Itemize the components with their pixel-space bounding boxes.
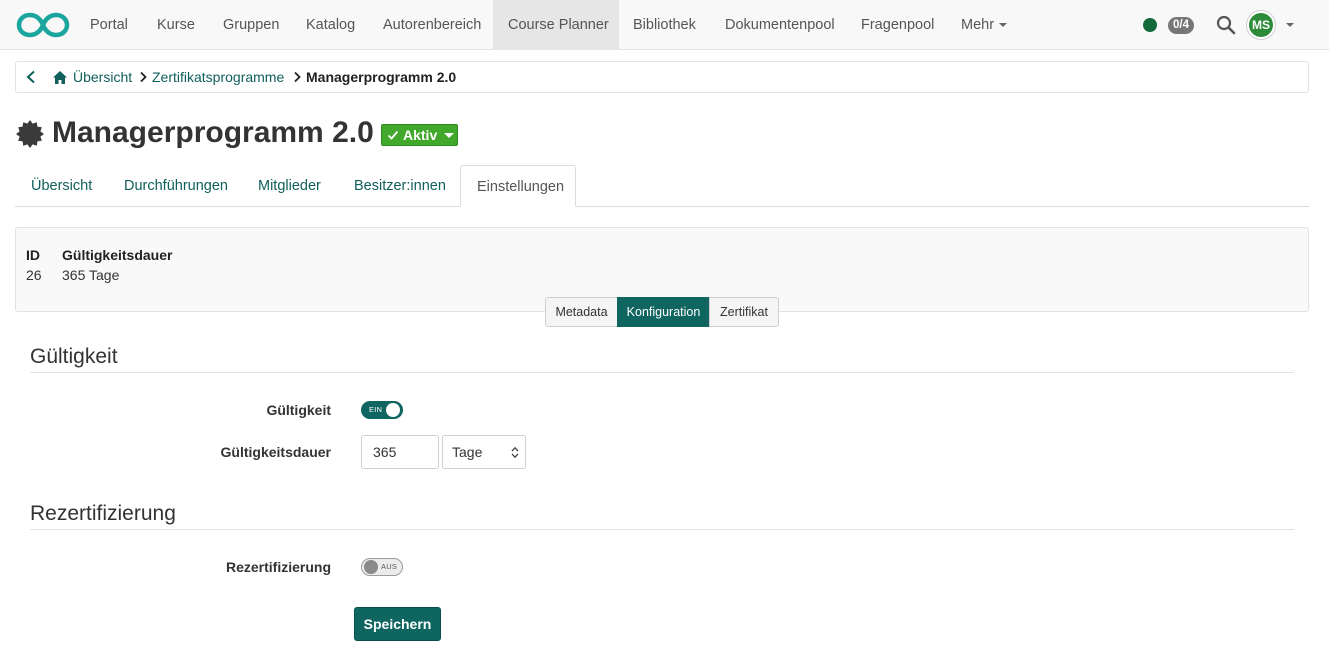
save-button[interactable]: Speichern [354,607,441,641]
duration-unit-value: Tage [452,444,483,460]
toggle-knob [386,403,400,417]
nav-fragenpool[interactable]: Fragenpool [846,0,949,50]
segment-zertifikat[interactable]: Zertifikat [709,297,779,327]
tab-bar: Übersicht Durchführungen Mitglieder Besi… [15,165,1309,207]
toggle-knob [364,560,378,574]
nav-portal[interactable]: Portal [75,0,143,50]
id-value: 26 [26,267,42,283]
chevron-down-icon [444,133,454,138]
segment-konfiguration[interactable]: Konfiguration [617,297,710,327]
tab-uebersicht[interactable]: Übersicht [15,165,108,207]
duration-input[interactable]: 365 [361,435,439,469]
duration-header: Gültigkeitsdauer [62,247,173,263]
section-title-rezertifizierung: Rezertifizierung [30,502,176,525]
tab-einstellungen[interactable]: Einstellungen [460,165,576,207]
search-icon[interactable] [1216,15,1236,35]
online-status-icon[interactable] [1143,18,1157,32]
user-menu-chevron-icon[interactable] [1286,23,1294,27]
toggle-state-label: AUS [381,562,398,571]
id-header: ID [26,247,40,263]
toggle-state-label: EIN [369,405,383,414]
nav-mehr[interactable]: Mehr [946,0,1022,50]
nav-kurse[interactable]: Kurse [142,0,210,50]
breadcrumb-separator-icon [140,71,147,83]
certificate-seal-icon [16,120,44,148]
home-icon[interactable] [52,70,68,85]
section-divider [30,372,1294,373]
nav-autorenbereich[interactable]: Autorenbereich [368,0,496,50]
openolat-logo-icon[interactable] [16,11,70,39]
tab-durchfuehrungen[interactable]: Durchführungen [108,165,244,207]
rezertifizierung-toggle[interactable]: AUS [361,558,403,576]
check-icon [387,130,399,140]
gueltigkeit-toggle[interactable]: EIN [361,401,403,419]
status-dropdown-button[interactable]: Aktiv [381,124,458,146]
top-navbar: Portal Kurse Gruppen Katalog Autorenbere… [0,0,1329,50]
tab-mitglieder[interactable]: Mitglieder [242,165,337,207]
chevron-down-icon [999,23,1008,28]
section-title-gueltigkeit: Gültigkeit [30,345,118,368]
page-title: Managerprogramm 2.0 [52,116,374,149]
select-updown-icon [511,446,519,459]
nav-gruppen[interactable]: Gruppen [208,0,294,50]
nav-dokumentenpool[interactable]: Dokumentenpool [710,0,850,50]
counter-badge[interactable]: 0/4 [1168,17,1194,34]
gueltigkeitsdauer-label: Gültigkeitsdauer [220,444,331,460]
back-arrow-icon[interactable] [25,70,37,84]
nav-bibliothek[interactable]: Bibliothek [618,0,711,50]
breadcrumb-separator-icon [294,71,301,83]
status-label: Aktiv [403,127,438,143]
duration-unit-select[interactable]: Tage [442,435,526,469]
nav-katalog[interactable]: Katalog [291,0,370,50]
breadcrumb: Übersicht Zertifikatsprogramme Managerpr… [15,61,1309,93]
nav-course-planner[interactable]: Course Planner [493,0,619,50]
nav-mehr-label: Mehr [961,17,995,33]
tab-besitzerinnen[interactable]: Besitzer:innen [338,165,462,207]
segment-metadata[interactable]: Metadata [545,297,618,327]
gueltigkeit-label: Gültigkeit [266,402,331,418]
breadcrumb-uebersicht[interactable]: Übersicht [73,69,132,85]
duration-value: 365 Tage [62,267,120,283]
user-avatar[interactable]: MS [1247,11,1275,39]
breadcrumb-zertifikatsprogramme[interactable]: Zertifikatsprogramme [152,69,284,85]
breadcrumb-current: Managerprogramm 2.0 [306,69,457,85]
section-divider [30,529,1294,530]
rezertifizierung-label: Rezertifizierung [225,559,331,575]
